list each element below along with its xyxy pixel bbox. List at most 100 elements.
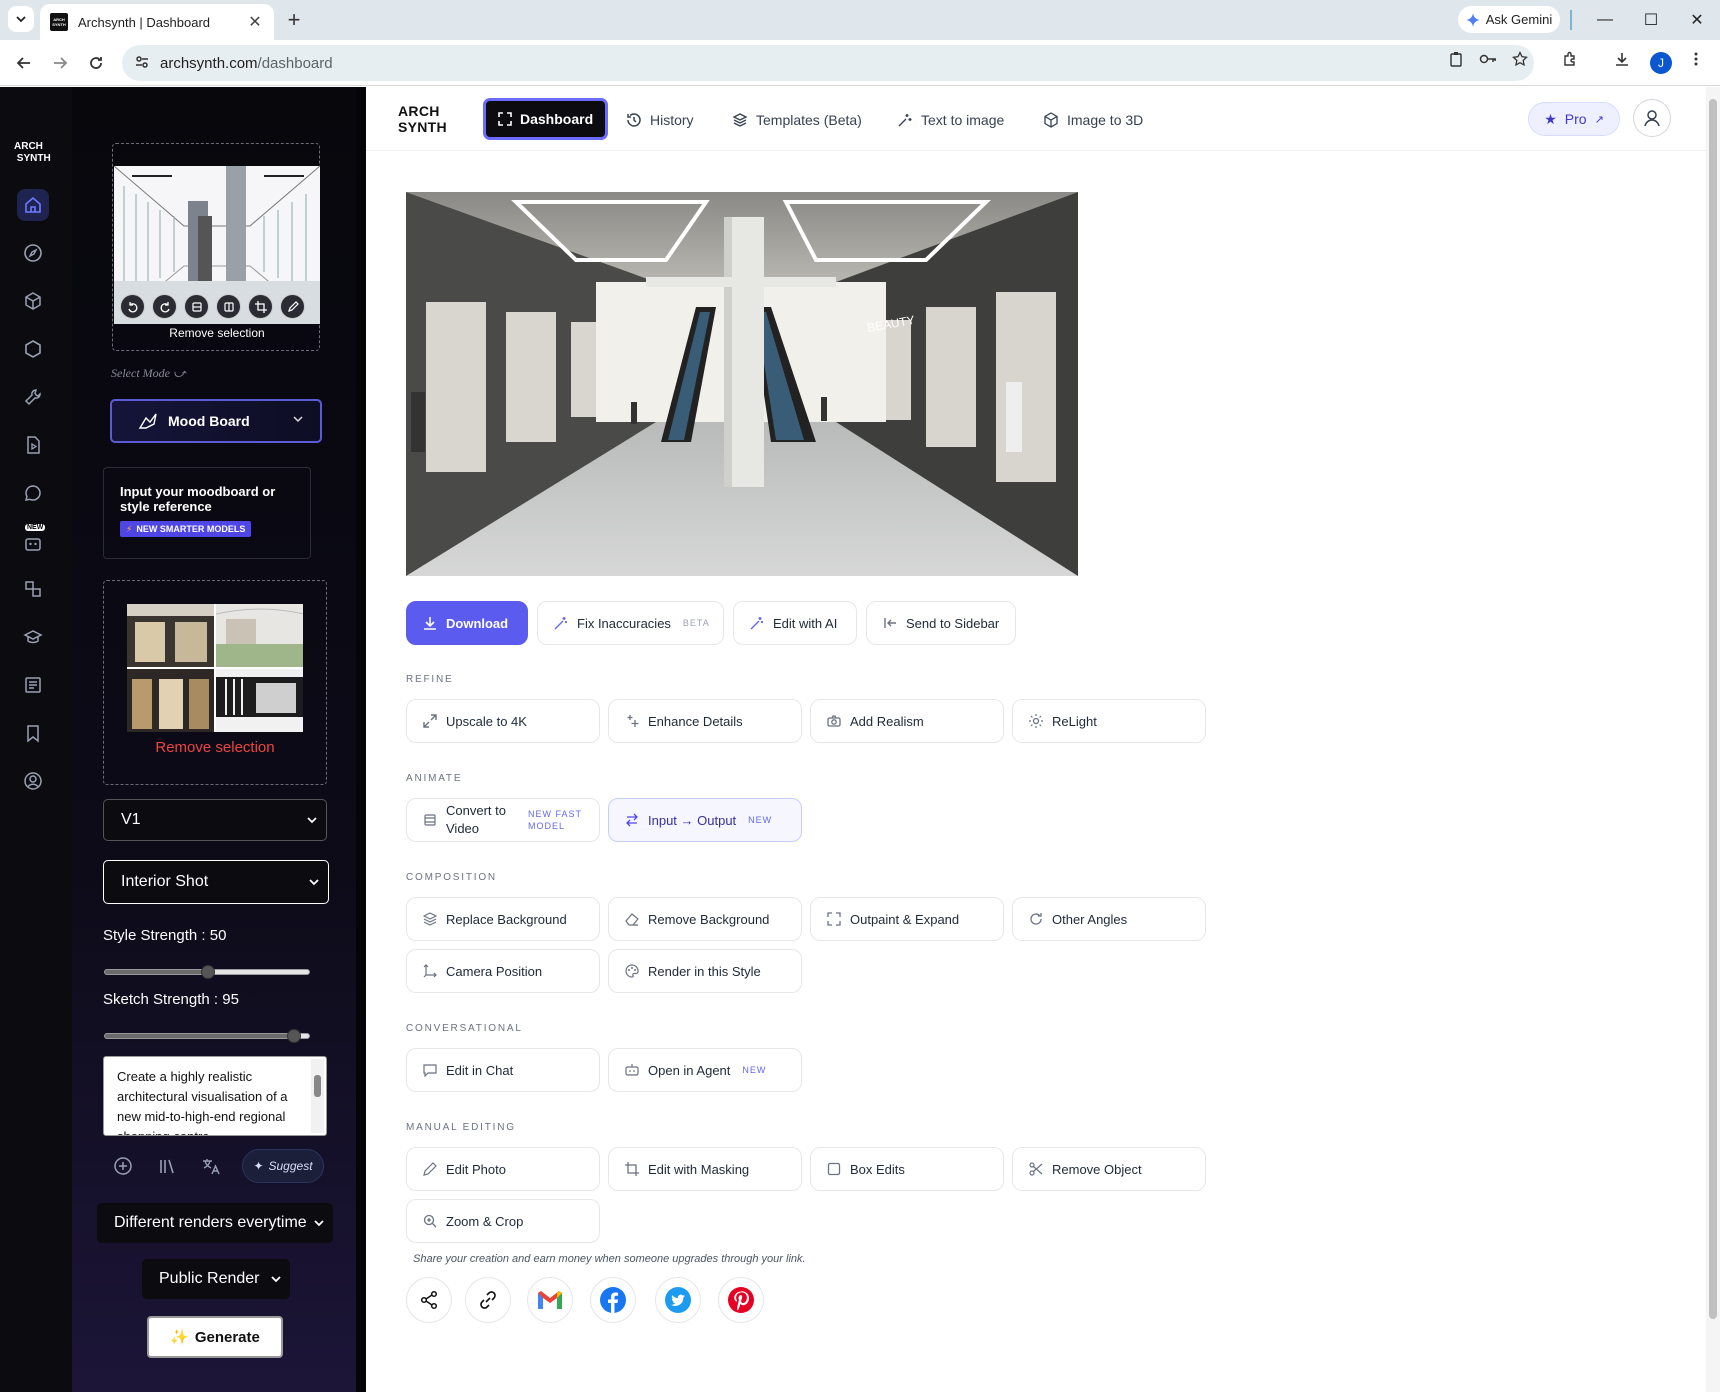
- scroll-thumb[interactable]: [314, 1075, 321, 1097]
- close-window-button[interactable]: ✕: [1682, 8, 1712, 32]
- brand-logo[interactable]: ARCH SYNTH: [398, 103, 447, 135]
- open-in-agent-button[interactable]: Open in Agent NEW: [608, 1048, 802, 1092]
- share-gmail-button[interactable]: [527, 1277, 573, 1323]
- browser-tab[interactable]: ARCH SYNTH Archsynth | Dashboard ✕: [40, 4, 274, 40]
- redo-icon[interactable]: [152, 294, 177, 319]
- translate-icon[interactable]: [198, 1153, 224, 1179]
- tab-templates[interactable]: Templates (Beta): [732, 102, 862, 138]
- generated-render-image[interactable]: BEAUTY: [406, 192, 1078, 576]
- downloads-icon[interactable]: [1612, 49, 1632, 69]
- maximize-button[interactable]: ☐: [1636, 8, 1666, 32]
- new-tab-button[interactable]: +: [282, 7, 306, 32]
- close-tab-icon[interactable]: ✕: [246, 12, 264, 32]
- visibility-select[interactable]: Public Render: [142, 1259, 290, 1299]
- add-realism-button[interactable]: Add Realism: [810, 699, 1004, 743]
- edit-with-masking-button[interactable]: Edit with Masking: [608, 1147, 802, 1191]
- minimize-button[interactable]: —: [1590, 8, 1620, 32]
- share-pinterest-button[interactable]: [718, 1277, 764, 1323]
- extensions-icon[interactable]: [1560, 49, 1580, 69]
- graduation-cap-icon[interactable]: [17, 621, 49, 653]
- zoom-crop-button[interactable]: Zoom & Crop: [406, 1199, 600, 1243]
- page-scrollbar[interactable]: [1706, 87, 1720, 1392]
- shapes-icon[interactable]: [17, 573, 49, 605]
- share-facebook-button[interactable]: [590, 1277, 636, 1323]
- enhance-details-button[interactable]: Enhance Details: [608, 699, 802, 743]
- crop-icon[interactable]: [248, 294, 273, 319]
- cube-icon[interactable]: [17, 285, 49, 317]
- upscale-button[interactable]: Upscale to 4K: [406, 699, 600, 743]
- tab-image-to-3d[interactable]: Image to 3D: [1043, 102, 1143, 138]
- url-field[interactable]: archsynth.com/dashboard: [122, 45, 1534, 81]
- fix-label: Fix Inaccuracies: [577, 615, 671, 631]
- variation-select[interactable]: Different renders everytime: [97, 1203, 333, 1243]
- flip-vertical-icon[interactable]: [216, 294, 241, 319]
- shot-type-select[interactable]: Interior Shot: [103, 860, 329, 904]
- slider-thumb[interactable]: [201, 965, 215, 979]
- chat-icon[interactable]: [17, 477, 49, 509]
- box-edits-button[interactable]: Box Edits: [810, 1147, 1004, 1191]
- reference-remove-selection[interactable]: Remove selection: [103, 739, 327, 756]
- tab-dashboard[interactable]: Dashboard: [483, 98, 609, 140]
- ask-gemini-button[interactable]: Ask Gemini: [1458, 6, 1560, 33]
- other-angles-button[interactable]: Other Angles: [1012, 897, 1206, 941]
- bookmark-star-icon[interactable]: [1510, 49, 1530, 69]
- remove-background-button[interactable]: Remove Background: [608, 897, 802, 941]
- remove-object-button[interactable]: Remove Object: [1012, 1147, 1206, 1191]
- video-file-icon[interactable]: [17, 429, 49, 461]
- clipboard-icon[interactable]: [1446, 49, 1466, 69]
- profile-avatar[interactable]: J: [1650, 52, 1672, 74]
- prompt-textarea[interactable]: Create a highly realistic architectural …: [103, 1056, 327, 1136]
- tab-search-button[interactable]: [8, 6, 34, 32]
- suggest-button[interactable]: ✦ Suggest: [242, 1149, 324, 1183]
- sketch-strength-slider[interactable]: [104, 1029, 310, 1043]
- slider-thumb[interactable]: [287, 1029, 301, 1043]
- copy-link-button[interactable]: [465, 1277, 511, 1323]
- edit-with-ai-button[interactable]: Edit with AI: [733, 601, 857, 645]
- tab-text-to-image[interactable]: Text to image: [897, 102, 1004, 138]
- share-twitter-button[interactable]: [655, 1277, 701, 1323]
- convert-to-video-button[interactable]: Convert to Video NEW FAST MODEL: [406, 798, 600, 842]
- replace-background-button[interactable]: Replace Background: [406, 897, 600, 941]
- edit-in-chat-button[interactable]: Edit in Chat: [406, 1048, 600, 1092]
- browser-menu-icon[interactable]: [1686, 49, 1706, 69]
- undo-icon[interactable]: [120, 294, 145, 319]
- pencil-icon[interactable]: [280, 294, 305, 319]
- wrench-icon[interactable]: [17, 381, 49, 413]
- camera-position-button[interactable]: Camera Position: [406, 949, 600, 993]
- sketch-strength-label: Sketch Strength : 95: [103, 991, 239, 1008]
- robot-icon[interactable]: [17, 527, 49, 559]
- edit-photo-button[interactable]: Edit Photo: [406, 1147, 600, 1191]
- user-profile-button[interactable]: [1633, 99, 1671, 137]
- fix-inaccuracies-button[interactable]: Fix Inaccuracies BETA: [537, 601, 724, 645]
- user-circle-icon[interactable]: [17, 765, 49, 797]
- newspaper-icon[interactable]: [17, 669, 49, 701]
- generate-button[interactable]: ✨ Generate: [147, 1316, 283, 1358]
- mode-select-button[interactable]: Mood Board: [110, 399, 322, 443]
- input-output-button[interactable]: Input → Output NEW: [608, 798, 802, 842]
- home-icon[interactable]: [17, 189, 49, 221]
- render-in-style-button[interactable]: Render in this Style: [608, 949, 802, 993]
- library-icon[interactable]: [154, 1153, 180, 1179]
- input-output-label: Input → Output: [648, 812, 737, 828]
- reload-button[interactable]: [82, 49, 110, 77]
- tab-history[interactable]: History: [626, 102, 694, 138]
- version-select[interactable]: V1: [103, 799, 327, 841]
- bookmark-icon[interactable]: [17, 717, 49, 749]
- password-key-icon[interactable]: [1478, 49, 1498, 69]
- relight-button[interactable]: ReLight: [1012, 699, 1206, 743]
- pro-upgrade-button[interactable]: ★ Pro ↗: [1528, 102, 1620, 136]
- add-circle-icon[interactable]: [110, 1153, 136, 1179]
- compass-icon[interactable]: [17, 237, 49, 269]
- prompt-scrollbar[interactable]: [311, 1059, 324, 1133]
- send-to-sidebar-button[interactable]: Send to Sidebar: [866, 601, 1016, 645]
- outpaint-expand-button[interactable]: Outpaint & Expand: [810, 897, 1004, 941]
- scroll-thumb[interactable]: [1709, 99, 1717, 1319]
- preview-remove-selection[interactable]: Remove selection: [114, 326, 320, 340]
- back-button[interactable]: [10, 49, 38, 77]
- flip-horizontal-icon[interactable]: [184, 294, 209, 319]
- forward-button[interactable]: [46, 49, 74, 77]
- style-strength-slider[interactable]: [104, 965, 310, 979]
- hexagon-icon[interactable]: [17, 333, 49, 365]
- download-button[interactable]: Download: [406, 601, 528, 645]
- share-button[interactable]: [406, 1277, 452, 1323]
